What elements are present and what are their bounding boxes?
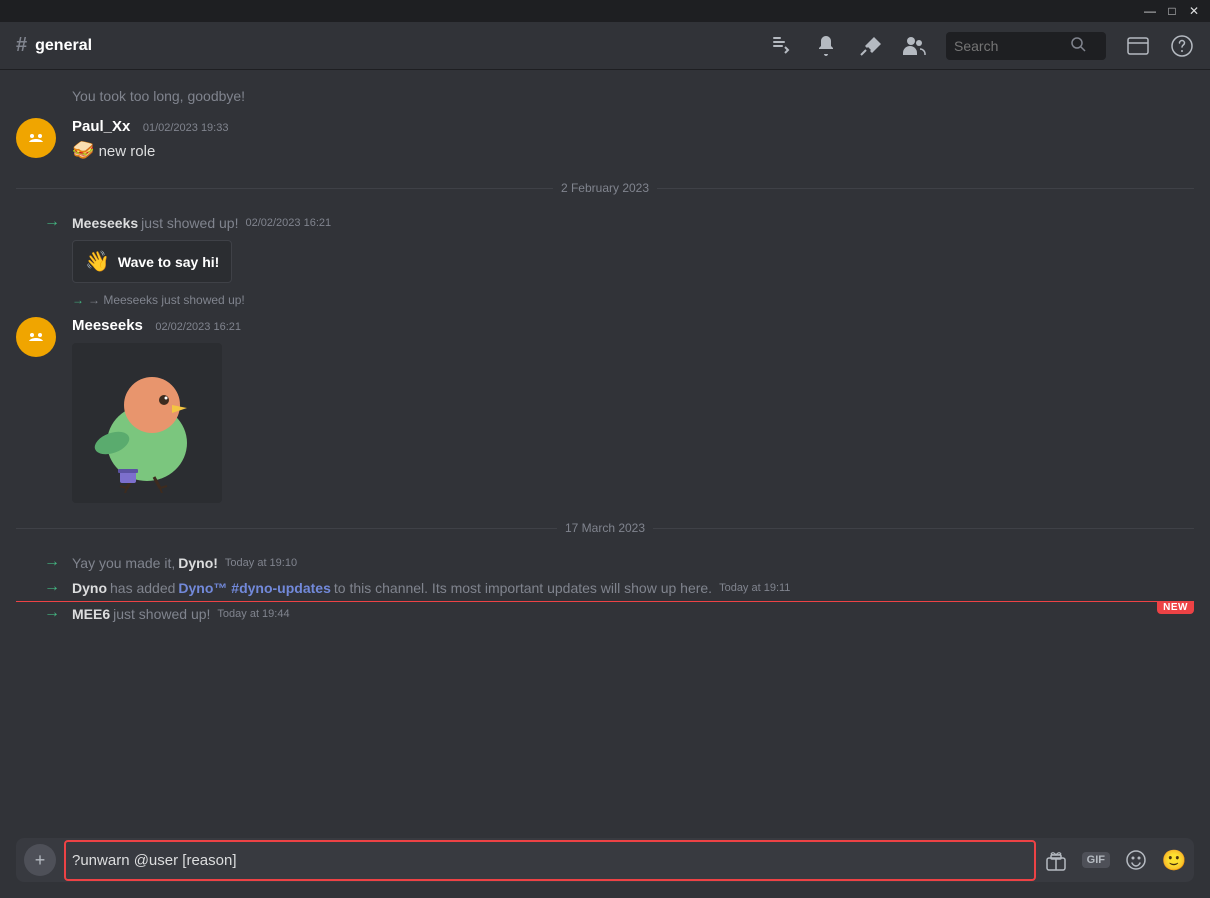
maximize-button[interactable]: □ [1164, 3, 1180, 19]
emoji-paul: 🥪 [72, 140, 94, 160]
input-right-icons: GIF 🙂 [1044, 848, 1186, 872]
bird-gif-image [72, 343, 222, 503]
message-input-area: + GIF [0, 830, 1210, 898]
system-arrow-icon: → [44, 213, 60, 231]
gif-button[interactable]: GIF [1082, 852, 1110, 868]
channel-name: # general [16, 34, 92, 57]
main-content: You took too long, goodbye! Paul_Xx 01/0… [0, 70, 1210, 898]
messages-area[interactable]: You took too long, goodbye! Paul_Xx 01/0… [0, 70, 1210, 830]
date-divider-feb: 2 February 2023 [0, 165, 1210, 211]
search-bar[interactable] [946, 32, 1106, 60]
notifications-icon[interactable] [814, 34, 838, 58]
system-content-meeseeks: Meeseeks just showed up! 02/02/2023 16:2… [72, 213, 331, 234]
channel-header: # general [0, 22, 1210, 70]
header-icons [770, 32, 1194, 60]
partial-message: You took too long, goodbye! [0, 86, 1210, 106]
threads-icon[interactable] [770, 34, 794, 58]
message-input-wrapper: + GIF [16, 838, 1194, 882]
avatar-meeseeks [16, 317, 56, 357]
message-group-paul: Paul_Xx 01/02/2023 19:33 🥪 new role [0, 110, 1210, 165]
ref-arrow-icon: → [72, 293, 84, 307]
system-arrow-dyno-icon: → [44, 553, 60, 571]
message-input[interactable] [64, 840, 1036, 881]
search-icon [1070, 36, 1086, 55]
title-bar: — □ ✕ [0, 0, 1210, 22]
close-button[interactable]: ✕ [1186, 3, 1202, 19]
pin-icon[interactable] [858, 34, 882, 58]
message-reference-meeseeks: → → Meeseeks just showed up! [0, 291, 1210, 309]
search-input[interactable] [954, 38, 1064, 54]
help-icon[interactable] [1170, 34, 1194, 58]
username-paul: Paul_Xx [72, 118, 130, 135]
username-meeseeks: Meeseeks [72, 317, 143, 334]
system-content-mee6: MEE6 just showed up! Today at 19:44 [72, 604, 290, 625]
avatar-paul [16, 118, 56, 158]
message-group-meeseeks: Meeseeks 02/02/2023 16:21 [0, 309, 1210, 505]
message-content-paul: 🥪 new role [72, 138, 1194, 163]
wave-button[interactable]: 👋 Wave to say hi! [72, 240, 232, 283]
system-content-dyno-add: Dyno has added Dyno™ #dyno-updates to th… [72, 578, 790, 599]
wave-emoji-icon: 👋 [85, 249, 110, 274]
emoji-icon[interactable]: 🙂 [1162, 848, 1186, 872]
timestamp-meeseeks: 02/02/2023 16:21 [155, 321, 241, 333]
date-divider-march: 17 March 2023 [0, 505, 1210, 551]
channel-title: general [35, 37, 92, 55]
channel-hash-icon: # [16, 34, 27, 57]
system-arrow-mee6-icon: → [44, 604, 60, 622]
members-icon[interactable] [902, 34, 926, 58]
wave-btn-label: Wave to say hi! [118, 254, 219, 270]
inbox-icon[interactable] [1126, 34, 1150, 58]
system-message-dyno-join: → Yay you made it, Dyno! Today at 19:10 [0, 551, 1210, 576]
system-arrow-dyno-add-icon: → [44, 578, 60, 596]
gift-icon[interactable] [1044, 848, 1068, 872]
attach-button[interactable]: + [24, 844, 56, 876]
wave-btn-wrapper: 👋 Wave to say hi! [0, 236, 1210, 291]
timestamp-paul: 01/02/2023 19:33 [143, 122, 229, 134]
minimize-button[interactable]: — [1142, 3, 1158, 19]
system-message-dyno-add: → Dyno has added Dyno™ #dyno-updates to … [0, 576, 1210, 601]
system-content-dyno-join: Yay you made it, Dyno! Today at 19:10 [72, 553, 297, 574]
system-message-meeseeks-join: → Meeseeks just showed up! 02/02/2023 16… [0, 211, 1210, 236]
sticker-icon[interactable] [1124, 848, 1148, 872]
system-message-mee6: → MEE6 just showed up! Today at 19:44 [0, 602, 1210, 627]
